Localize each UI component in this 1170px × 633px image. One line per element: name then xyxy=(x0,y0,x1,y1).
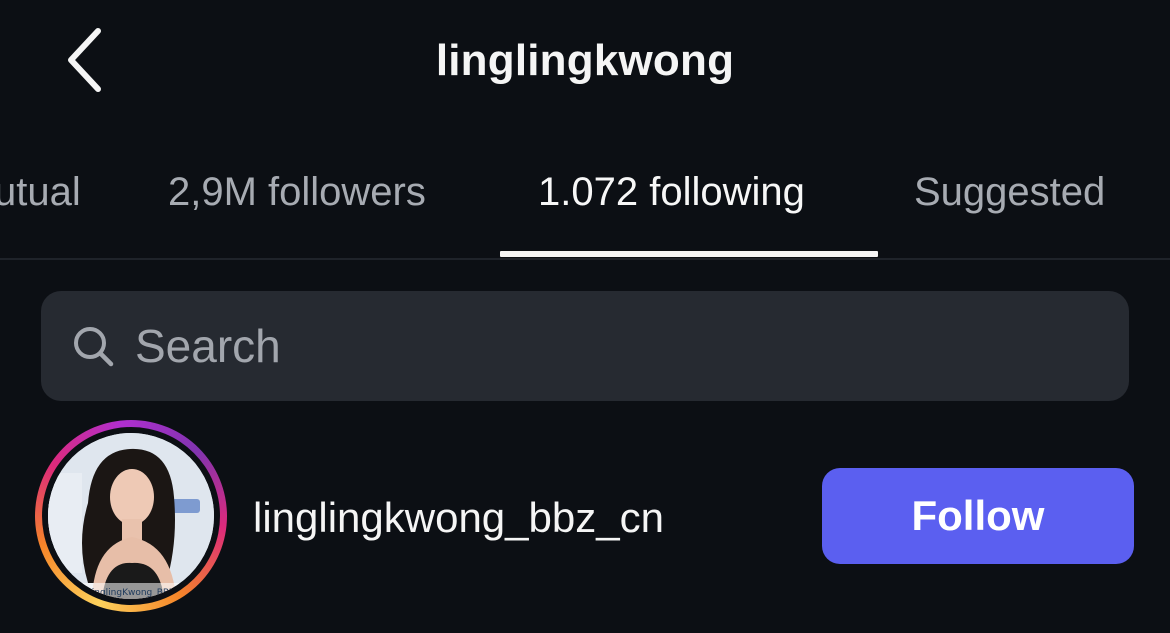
svg-text:LinglingKwong_BBZ: LinglingKwong_BBZ xyxy=(87,588,176,598)
header: linglingkwong xyxy=(0,0,1170,130)
divider xyxy=(0,258,1170,260)
search-input[interactable] xyxy=(135,291,1129,401)
tab-bar: utual 2,9M followers 1.072 following Sug… xyxy=(0,150,1170,260)
profile-photo: LinglingKwong_BBZ xyxy=(48,433,214,599)
search-icon xyxy=(74,327,114,367)
avatar: LinglingKwong_BBZ xyxy=(48,433,214,599)
story-ring[interactable]: LinglingKwong_BBZ xyxy=(35,420,227,612)
tab-suggested[interactable]: Suggested xyxy=(914,170,1105,215)
search-bar[interactable] xyxy=(41,291,1129,401)
tab-followers[interactable]: 2,9M followers xyxy=(168,170,426,215)
list-item[interactable]: LinglingKwong_BBZ linglingkwong_bbz_cn F… xyxy=(0,420,1170,620)
active-tab-indicator xyxy=(500,251,878,257)
tab-mutual[interactable]: utual xyxy=(0,170,81,215)
page-title: linglingkwong xyxy=(435,36,735,85)
tab-following[interactable]: 1.072 following xyxy=(538,170,805,215)
following-screen: linglingkwong utual 2,9M followers 1.072… xyxy=(0,0,1170,633)
username[interactable]: linglingkwong_bbz_cn xyxy=(253,494,664,542)
follow-button[interactable]: Follow xyxy=(822,468,1134,564)
